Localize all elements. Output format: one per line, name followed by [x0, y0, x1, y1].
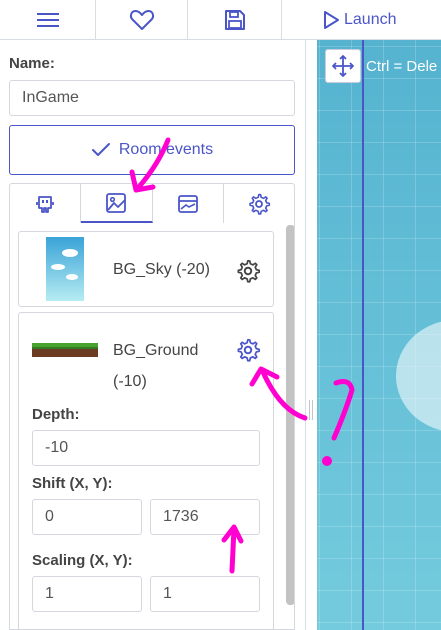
gear-icon — [249, 193, 270, 215]
menu-icon — [36, 12, 59, 27]
ground-thumbnail — [32, 343, 98, 357]
toolbar: Launch — [0, 0, 441, 40]
depth-label: Depth: — [32, 406, 80, 423]
favorite-button[interactable] — [96, 0, 188, 39]
background-title: BG_Sky (-20) — [113, 261, 210, 278]
background-depth-suffix: (-10) — [113, 373, 147, 390]
background-item[interactable]: BG_Sky (-20) — [18, 231, 274, 307]
menu-button[interactable] — [0, 0, 96, 39]
move-tool-button[interactable] — [325, 49, 361, 83]
tab-tiles[interactable] — [153, 184, 224, 223]
image-icon — [106, 192, 127, 213]
heart-icon — [129, 9, 154, 30]
move-icon — [332, 55, 354, 77]
splitter-handle[interactable] — [306, 398, 316, 422]
room-name-input[interactable]: InGame — [9, 80, 295, 116]
room-tabs — [9, 183, 295, 223]
save-icon — [224, 9, 245, 30]
tab-backgrounds[interactable] — [81, 184, 153, 223]
scale-x-input[interactable]: 1 — [32, 576, 142, 612]
room-events-button[interactable]: Room events — [9, 125, 295, 175]
room-events-label: Room events — [118, 141, 214, 158]
scale-y-input[interactable]: 1 — [150, 576, 260, 612]
gear-icon[interactable] — [235, 258, 261, 284]
backgrounds-list: BG_Sky (-20) BG_Ground (-10) Depth: -10 … — [9, 223, 295, 630]
app-root: Launch Name: InGame Room events BG_Sky (… — [0, 0, 441, 630]
gear-icon[interactable] — [235, 337, 261, 363]
room-properties-panel: Name: InGame Room events BG_Sky (-20) BG… — [0, 40, 306, 630]
tab-settings[interactable] — [224, 184, 294, 223]
launch-button[interactable]: Launch — [282, 0, 441, 39]
play-icon — [324, 10, 339, 29]
canvas-guide-line — [362, 40, 364, 630]
save-button[interactable] — [188, 0, 282, 39]
launch-label: Launch — [344, 10, 397, 28]
sky-thumbnail — [46, 237, 84, 301]
tab-copies[interactable] — [10, 184, 82, 223]
scaling-label: Scaling (X, Y): — [32, 552, 133, 569]
shift-y-input[interactable]: 1736 — [150, 499, 260, 535]
shift-x-input[interactable]: 0 — [32, 499, 142, 535]
background-icon — [177, 194, 198, 213]
background-title: BG_Ground — [113, 342, 199, 359]
canvas-hint: Ctrl = Dele — [366, 58, 438, 75]
scrollbar[interactable] — [286, 225, 294, 605]
copies-icon — [36, 195, 55, 213]
shift-label: Shift (X, Y): — [32, 475, 113, 492]
depth-input[interactable]: -10 — [32, 430, 260, 466]
background-item-expanded: BG_Ground (-10) Depth: -10 Shift (X, Y):… — [18, 312, 274, 629]
check-icon — [91, 143, 110, 156]
name-label: Name: — [9, 55, 55, 72]
scrollbar-thumb[interactable] — [286, 225, 294, 605]
